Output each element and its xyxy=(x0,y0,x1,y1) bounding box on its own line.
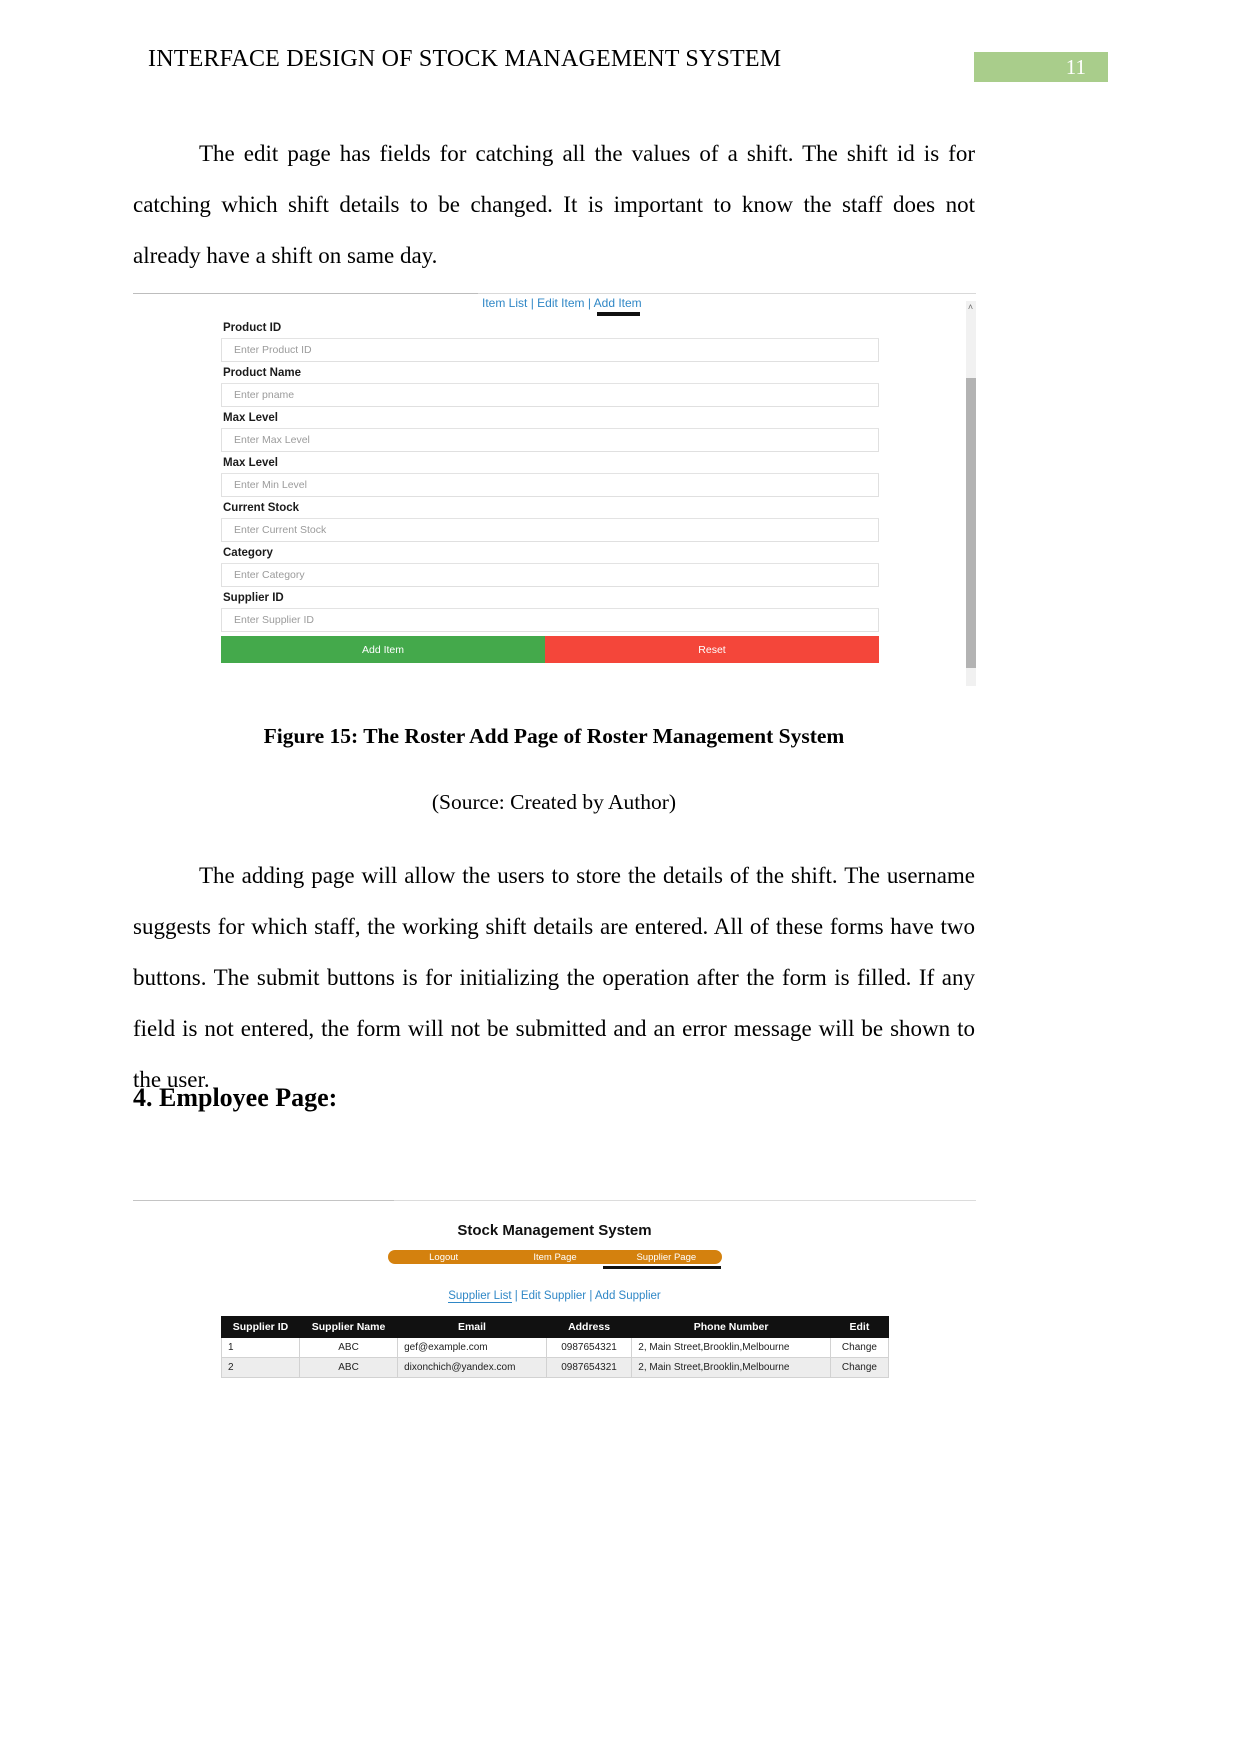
section-heading: 4. Employee Page: xyxy=(133,1083,338,1112)
navbar-item-item-page[interactable]: Item Page xyxy=(499,1252,610,1263)
app-title: Stock Management System xyxy=(457,1222,652,1239)
reset-button[interactable]: Reset xyxy=(545,636,879,663)
column-header-address: Address xyxy=(545,1316,633,1338)
supplier-sub-nav: Supplier List | Edit Supplier | Add Supp… xyxy=(133,1290,976,1303)
input-supplier-id[interactable]: Enter Supplier ID xyxy=(221,609,879,632)
item-nav: Item List | Edit Item | Add Item xyxy=(482,296,652,313)
paragraph-1-text: The edit page has fields for catching al… xyxy=(133,141,975,268)
input-max-level[interactable]: Enter Max Level xyxy=(221,429,879,452)
sublink-add-supplier[interactable]: Add Supplier xyxy=(595,1290,661,1302)
column-header-phone-number: Phone Number xyxy=(631,1316,831,1338)
cell-address: 0987654321 xyxy=(545,1357,633,1378)
form-button-row: Add Item Reset xyxy=(221,636,879,663)
paragraph-2-text: The adding page will allow the users to … xyxy=(133,863,975,1092)
input-current-stock[interactable]: Enter Current Stock xyxy=(221,519,879,542)
cell-phone-number: 2, Main Street,Brooklin,Melbourne xyxy=(631,1337,831,1358)
cell-phone-number: 2, Main Street,Brooklin,Melbourne xyxy=(631,1357,831,1378)
column-header-edit: Edit xyxy=(829,1316,890,1338)
navbar-item-logout[interactable]: Logout xyxy=(388,1252,499,1263)
label-category: Category xyxy=(221,542,879,564)
label-current-stock: Current Stock xyxy=(221,497,879,519)
figure-2-top-border-dark xyxy=(133,1200,394,1201)
input-category[interactable]: Enter Category xyxy=(221,564,879,587)
cell-email: dixonchich@yandex.com xyxy=(397,1357,547,1378)
running-title: INTERFACE DESIGN OF STOCK MANAGEMENT SYS… xyxy=(148,46,782,72)
label-max-level: Max Level xyxy=(221,407,879,429)
column-header-email: Email xyxy=(397,1316,547,1338)
sublink-separator-1: | xyxy=(511,1290,521,1302)
navbar-active-underline xyxy=(603,1266,721,1269)
label-product-id: Product ID xyxy=(221,317,879,339)
input-product-id[interactable]: Enter Product ID xyxy=(221,339,879,362)
sublink-edit-supplier[interactable]: Edit Supplier xyxy=(521,1290,586,1302)
paragraph-1: The edit page has fields for catching al… xyxy=(133,128,975,281)
nav-link-item-list[interactable]: Item List xyxy=(482,296,527,310)
nav-link-add-item[interactable]: Add Item xyxy=(594,296,642,310)
input-min-level[interactable]: Enter Min Level xyxy=(221,474,879,497)
figure-1-add-item-form: Item List | Edit Item | Add Item Product… xyxy=(133,293,976,686)
nav-separator-1: | xyxy=(527,296,538,310)
figure-2-supplier-list: Stock Management System Logout Item Page… xyxy=(133,1200,976,1390)
column-header-supplier-name: Supplier Name xyxy=(298,1316,399,1338)
table-header-row: Supplier ID Supplier Name Email Address … xyxy=(221,1316,890,1338)
cell-edit-change-link[interactable]: Change xyxy=(829,1357,890,1378)
sublink-supplier-list[interactable]: Supplier List xyxy=(448,1290,512,1303)
label-min-level: Max Level xyxy=(221,452,879,474)
figure-1-source: (Source: Created by Author) xyxy=(431,790,677,814)
table-row: 1 ABC gef@example.com 0987654321 2, Main… xyxy=(221,1337,890,1358)
sublink-separator-2: | xyxy=(586,1290,595,1302)
table-row: 2 ABC dixonchich@yandex.com 0987654321 2… xyxy=(221,1357,890,1378)
paragraph-2: The adding page will allow the users to … xyxy=(133,850,975,1105)
cell-email: gef@example.com xyxy=(397,1337,547,1358)
figure-1-caption: Figure 15: The Roster Add Page of Roster… xyxy=(263,724,845,748)
column-header-supplier-id: Supplier ID xyxy=(221,1316,300,1338)
document-page: INTERFACE DESIGN OF STOCK MANAGEMENT SYS… xyxy=(0,0,1241,1754)
nav-separator-2: | xyxy=(584,296,594,310)
navbar-item-supplier-page[interactable]: Supplier Page xyxy=(611,1252,722,1263)
page-number-badge: 11 xyxy=(974,52,1108,82)
main-navbar: Logout Item Page Supplier Page xyxy=(388,1250,722,1264)
cell-supplier-name: ABC xyxy=(298,1357,399,1378)
input-product-name[interactable]: Enter pname xyxy=(221,384,879,407)
supplier-table: Supplier ID Supplier Name Email Address … xyxy=(221,1316,890,1378)
page-number: 11 xyxy=(1065,55,1086,79)
cell-supplier-name: ABC xyxy=(298,1337,399,1358)
document-header: INTERFACE DESIGN OF STOCK MANAGEMENT SYS… xyxy=(0,46,1241,88)
cell-supplier-id: 1 xyxy=(221,1337,300,1358)
cell-supplier-id: 2 xyxy=(221,1357,300,1378)
label-product-name: Product Name xyxy=(221,362,879,384)
scroll-up-arrow-icon[interactable]: ˄ xyxy=(966,301,975,313)
figure-1-top-border-dark xyxy=(133,293,478,294)
add-item-form: Product ID Enter Product ID Product Name… xyxy=(221,317,879,684)
nav-link-edit-item[interactable]: Edit Item xyxy=(537,296,584,310)
add-item-button[interactable]: Add Item xyxy=(221,636,545,663)
scrollbar-thumb[interactable] xyxy=(966,378,976,668)
cell-edit-change-link[interactable]: Change xyxy=(829,1337,890,1358)
label-supplier-id: Supplier ID xyxy=(221,587,879,609)
nav-active-underline xyxy=(597,312,640,316)
cell-address: 0987654321 xyxy=(545,1337,633,1358)
